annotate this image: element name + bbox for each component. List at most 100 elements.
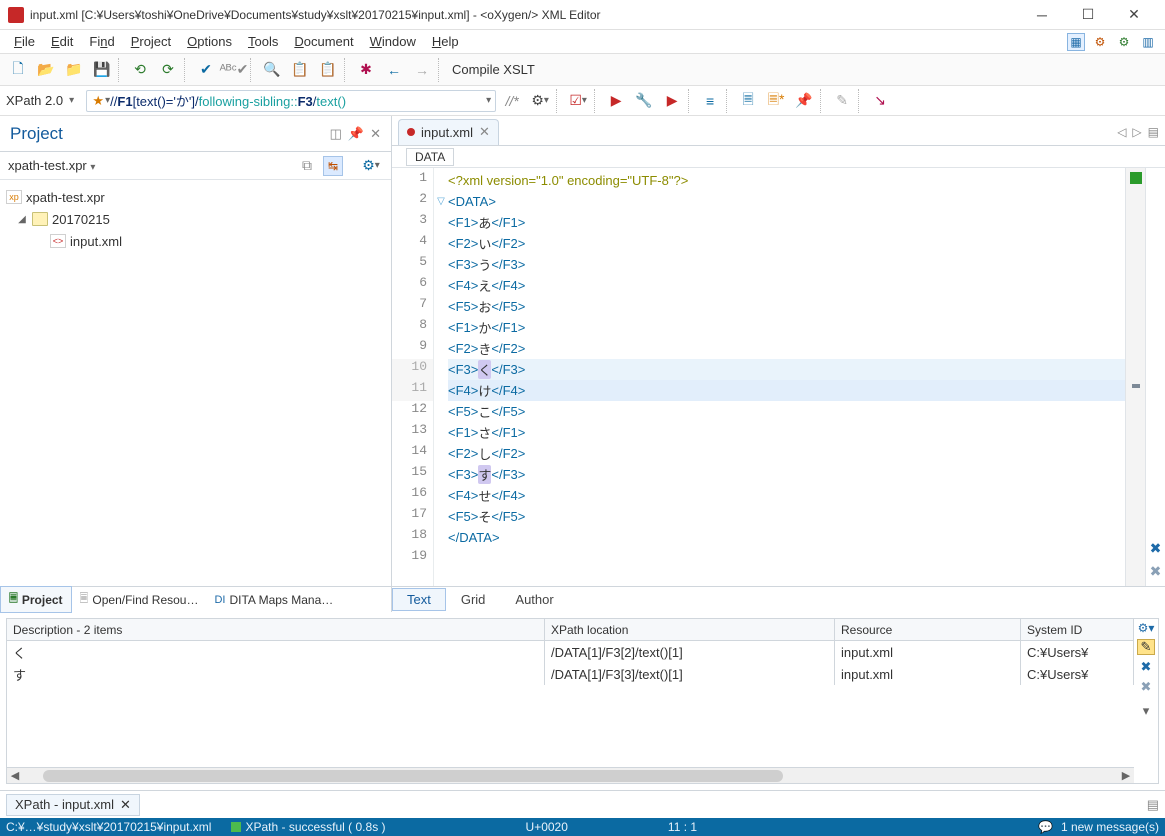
tab-next-icon[interactable]: ▷: [1132, 125, 1141, 139]
col-systemid[interactable]: System ID: [1021, 619, 1134, 640]
tab-prev-icon[interactable]: ◁: [1117, 125, 1126, 139]
remove-result-icon[interactable]: ✖: [1141, 659, 1152, 675]
col-xpath[interactable]: XPath location: [545, 619, 835, 640]
collapse-all-icon[interactable]: ⧉: [295, 154, 319, 178]
project-tree[interactable]: xp xpath-test.xpr ◢ 20170215 <> input.xm…: [0, 180, 391, 586]
folder-icon: [32, 212, 48, 226]
remove-all-results-icon[interactable]: ✖: [1141, 679, 1152, 695]
xpath-comment-button[interactable]: //*: [500, 89, 524, 113]
xpath-settings-button[interactable]: ⚙▾: [528, 89, 552, 113]
col-resource[interactable]: Resource: [835, 619, 1021, 640]
redo-button[interactable]: ⟳: [156, 58, 180, 82]
back-button[interactable]: ←: [382, 58, 406, 82]
results-tab-list-icon[interactable]: ▤: [1147, 797, 1159, 813]
result-row[interactable]: く/DATA[1]/F3[2]/text()[1]input.xmlC:¥Use…: [7, 641, 1134, 663]
tree-root[interactable]: xp xpath-test.xpr: [6, 186, 385, 208]
project-file-label[interactable]: xpath-test.xpr ▾: [8, 158, 95, 173]
tree-file[interactable]: <> input.xml: [6, 230, 385, 252]
edit-button[interactable]: ✎: [830, 89, 854, 113]
panel-pin-icon[interactable]: 📌: [348, 126, 364, 142]
menu-tools[interactable]: Tools: [242, 32, 284, 51]
find-button[interactable]: 🔍: [260, 58, 284, 82]
open-url-button[interactable]: 📁: [62, 58, 86, 82]
close-window-button[interactable]: ✕: [1111, 1, 1157, 29]
editor-tab-input[interactable]: input.xml ✕: [398, 119, 499, 145]
perspective-db-icon[interactable]: ▥: [1139, 33, 1157, 51]
xpath-expression[interactable]: //F1[text()='か']/following-sibling::F3/t…: [110, 91, 346, 110]
overview-stripe[interactable]: [1125, 168, 1145, 586]
perspective-xslt-icon[interactable]: ⚙: [1091, 33, 1109, 51]
menu-edit[interactable]: Edit: [45, 32, 79, 51]
debug-button[interactable]: ▶: [660, 89, 684, 113]
minimize-button[interactable]: ─: [1019, 1, 1065, 29]
compile-xslt-button[interactable]: Compile XSLT: [448, 62, 539, 77]
tree-folder[interactable]: ◢ 20170215: [6, 208, 385, 230]
remove-highlight-all-icon[interactable]: ✖: [1150, 563, 1162, 580]
results-tab-xpath[interactable]: XPath - input.xml ✕: [6, 794, 140, 816]
configure-transform-button[interactable]: 🔧: [632, 89, 656, 113]
maximize-button[interactable]: ☐: [1065, 1, 1111, 29]
bookmark-list-button[interactable]: 🗏: [736, 89, 760, 113]
status-xpath-ok: XPath - successful ( 0.8s ): [231, 820, 385, 834]
pin-button[interactable]: 📌: [792, 89, 816, 113]
status-messages[interactable]: 1 new message(s): [1061, 820, 1159, 834]
mode-author[interactable]: Author: [500, 588, 568, 611]
menu-file[interactable]: File: [8, 32, 41, 51]
validate-button[interactable]: ✔: [194, 58, 218, 82]
remove-highlight-icon[interactable]: ✖: [1150, 540, 1162, 557]
results-tab-close-icon[interactable]: ✕: [120, 797, 131, 813]
find-in-files-button[interactable]: 📋: [288, 58, 312, 82]
indent-button[interactable]: ≡: [698, 89, 722, 113]
messages-icon[interactable]: 💬: [1038, 820, 1053, 834]
results-horizontal-scrollbar[interactable]: ◀▶: [7, 767, 1134, 783]
highlight-toggle-icon[interactable]: ✎: [1137, 639, 1155, 655]
tab-list-icon[interactable]: ▤: [1148, 125, 1159, 139]
new-file-button[interactable]: 🗋: [6, 58, 30, 82]
panel-float-icon[interactable]: ◫: [330, 126, 342, 142]
tab-close-icon[interactable]: ✕: [479, 124, 490, 140]
results-rows[interactable]: く/DATA[1]/F3[2]/text()[1]input.xmlC:¥Use…: [7, 641, 1134, 767]
open-file-button[interactable]: 📂: [34, 58, 58, 82]
open-resource-button[interactable]: 📋: [316, 58, 340, 82]
code-editor[interactable]: <?xml version="1.0" encoding="UTF-8"?><D…: [448, 168, 1125, 586]
results-settings-icon[interactable]: ⚙▾: [1138, 621, 1155, 635]
save-button[interactable]: 💾: [90, 58, 114, 82]
spellcheck-button[interactable]: ᴬᴮᶜ✔: [222, 58, 246, 82]
track-changes-button[interactable]: ↘: [868, 89, 892, 113]
overview-marker[interactable]: [1132, 384, 1140, 388]
undo-button[interactable]: ⟲: [128, 58, 152, 82]
link-editor-icon[interactable]: ↹: [323, 156, 343, 176]
mode-text[interactable]: Text: [392, 588, 446, 611]
tab-project[interactable]: 🗏Project: [0, 586, 72, 613]
menu-find[interactable]: Find: [83, 32, 120, 51]
perspective-editor-icon[interactable]: ▦: [1067, 33, 1085, 51]
xpath-input[interactable]: ★▾ //F1[text()='か']/following-sibling::F…: [86, 90, 496, 112]
forward-button[interactable]: →: [410, 58, 434, 82]
breadcrumb-data[interactable]: DATA: [406, 148, 454, 166]
run-transform-button[interactable]: ▶: [604, 89, 628, 113]
menu-document[interactable]: Document: [288, 32, 359, 51]
menu-options[interactable]: Options: [181, 32, 238, 51]
perspective-xquery-icon[interactable]: ⚙: [1115, 33, 1133, 51]
validate-action-button[interactable]: ☑▾: [566, 89, 590, 113]
fold-gutter[interactable]: ▽: [434, 168, 448, 586]
xpath-favorite-icon[interactable]: ★: [91, 93, 105, 109]
project-settings-icon[interactable]: ⚙▾: [359, 154, 383, 178]
status-codepoint: U+0020: [526, 820, 568, 834]
col-description[interactable]: Description - 2 items: [7, 619, 545, 640]
menu-help[interactable]: Help: [426, 32, 465, 51]
menu-window[interactable]: Window: [364, 32, 422, 51]
expander-icon[interactable]: ◢: [16, 214, 28, 225]
menu-project[interactable]: Project: [125, 32, 177, 51]
xpath-version-label[interactable]: XPath 2.0: [6, 93, 65, 108]
bookmark-add-button[interactable]: 🗏*: [764, 89, 788, 113]
xpath-version-dropdown-icon[interactable]: ▾: [69, 95, 74, 106]
tab-dita-maps[interactable]: DIDITA Maps Mana…: [206, 590, 341, 610]
line-number-gutter[interactable]: 12345678910111213141516171819: [392, 168, 434, 586]
transform-button[interactable]: ✱: [354, 58, 378, 82]
mode-grid[interactable]: Grid: [446, 588, 501, 611]
panel-close-icon[interactable]: ✕: [370, 126, 381, 142]
results-scroll-down-icon[interactable]: ▾: [1143, 703, 1150, 719]
tab-open-find[interactable]: 🗏Open/Find Resou…: [72, 587, 207, 612]
result-row[interactable]: す/DATA[1]/F3[3]/text()[1]input.xmlC:¥Use…: [7, 663, 1134, 685]
